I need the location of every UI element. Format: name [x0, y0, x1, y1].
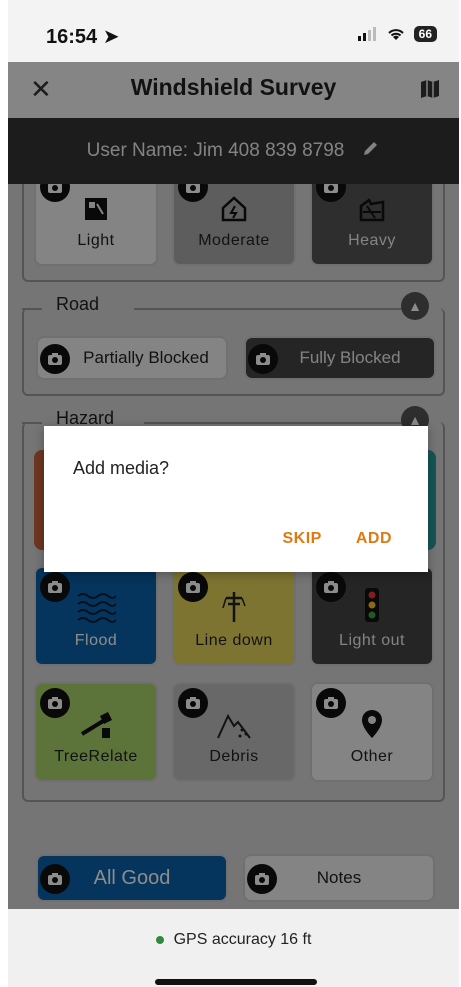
battery-icon: 66 — [413, 26, 437, 42]
gps-bar: GPS accuracy 16 ft — [8, 909, 459, 987]
gps-status: GPS accuracy 16 ft — [8, 931, 459, 949]
status-bar: 16:54 ➤ 66 — [8, 0, 459, 62]
add-media-dialog: Add media? SKIP ADD — [44, 426, 428, 572]
signal-icon — [357, 27, 376, 41]
add-button[interactable]: ADD — [356, 530, 392, 548]
wifi-icon — [387, 29, 404, 40]
status-time: 16:54 ➤ — [46, 24, 119, 49]
app-frame: 16:54 ➤ 66 ✕ Windshield Survey User Name… — [8, 0, 459, 987]
time-text: 16:54 — [46, 26, 98, 48]
home-indicator[interactable] — [155, 979, 317, 985]
skip-button[interactable]: SKIP — [282, 530, 321, 548]
gps-label: GPS accuracy 16 ft — [173, 931, 312, 948]
status-indicators: 66 — [357, 26, 437, 42]
dialog-message: Add media? — [73, 458, 170, 478]
dialog-actions: SKIP ADD — [282, 530, 392, 548]
location-arrow-icon: ➤ — [102, 26, 120, 48]
gps-dot-icon — [155, 936, 164, 944]
